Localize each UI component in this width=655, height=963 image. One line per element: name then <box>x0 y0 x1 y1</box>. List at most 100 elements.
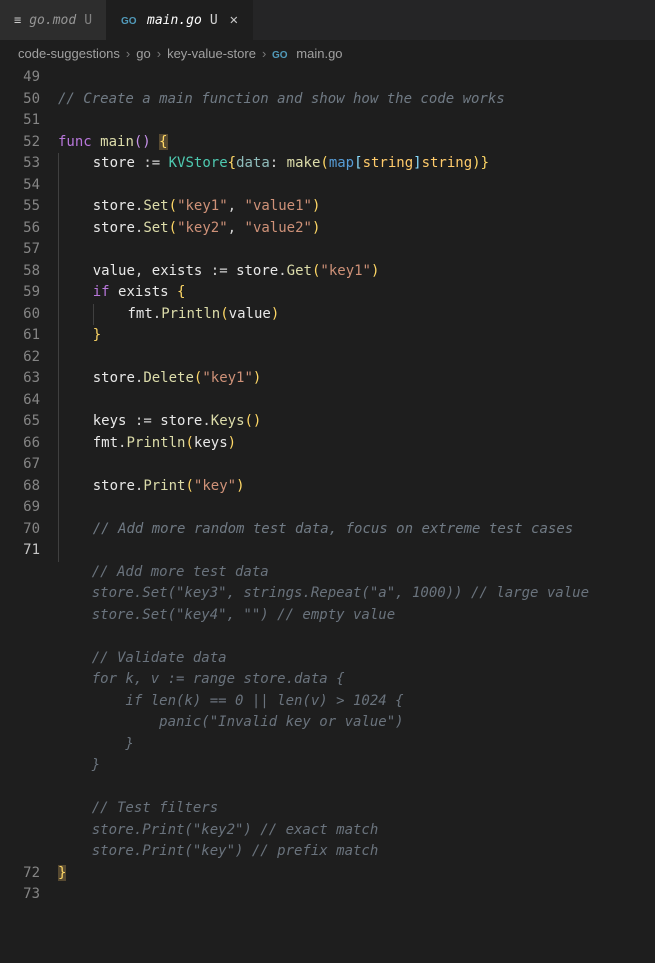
breadcrumb-item[interactable]: go <box>136 46 150 61</box>
line-number <box>0 583 40 605</box>
code-line[interactable]: keys := store.Keys() <box>58 411 589 433</box>
code-line[interactable]: store.Delete("key1") <box>58 368 589 390</box>
breadcrumb-item[interactable]: code-suggestions <box>18 46 120 61</box>
line-number: 73 <box>0 884 40 906</box>
code-editor[interactable]: 4950515253545556575859606162636465666768… <box>0 67 655 906</box>
chevron-right-icon: › <box>126 46 130 61</box>
code-line[interactable]: if exists { <box>58 282 589 304</box>
breadcrumb[interactable]: code-suggestions › go › key-value-store … <box>0 40 655 67</box>
line-number <box>0 648 40 670</box>
svg-text:GO: GO <box>121 16 137 26</box>
chevron-right-icon: › <box>262 46 266 61</box>
code-content[interactable]: // Create a main function and show how t… <box>58 67 589 906</box>
code-line[interactable]: } <box>58 325 589 347</box>
line-number <box>0 755 40 777</box>
code-line[interactable] <box>58 175 589 197</box>
line-number: 50 <box>0 89 40 111</box>
code-line[interactable]: } <box>58 863 589 885</box>
suggestion-line: store.Print("key") // prefix match <box>58 841 589 863</box>
line-number: 69 <box>0 497 40 519</box>
suggestion-line: } <box>58 734 589 756</box>
code-line[interactable] <box>58 239 589 261</box>
tab-filename: main.go <box>147 13 202 28</box>
suggestion-line: panic("Invalid key or value") <box>58 712 589 734</box>
breadcrumb-item[interactable]: main.go <box>296 46 342 61</box>
svg-text:GO: GO <box>272 50 288 60</box>
line-number <box>0 626 40 648</box>
line-gutter: 4950515253545556575859606162636465666768… <box>0 67 58 906</box>
suggestion-line: // Validate data <box>58 648 589 670</box>
tab-modified-indicator: U <box>84 13 92 28</box>
line-number <box>0 841 40 863</box>
line-number <box>0 669 40 691</box>
tab-modified-indicator: U <box>210 13 218 28</box>
chevron-right-icon: › <box>157 46 161 61</box>
line-number: 71 <box>0 540 40 562</box>
code-line[interactable]: store := KVStore{data: make(map[string]s… <box>58 153 589 175</box>
tab-go-mod[interactable]: ≡ go.mod U <box>0 0 107 40</box>
mod-file-icon: ≡ <box>14 13 21 27</box>
suggestion-line: } <box>58 755 589 777</box>
code-line[interactable] <box>58 347 589 369</box>
line-number: 64 <box>0 390 40 412</box>
line-number <box>0 691 40 713</box>
go-file-icon: GO <box>121 14 139 26</box>
line-number: 66 <box>0 433 40 455</box>
close-icon[interactable]: ✕ <box>230 12 238 28</box>
tab-filename: go.mod <box>29 13 76 28</box>
line-number <box>0 605 40 627</box>
code-line[interactable] <box>58 497 589 519</box>
line-number <box>0 562 40 584</box>
code-line[interactable] <box>58 67 589 89</box>
suggestion-line: store.Print("key2") // exact match <box>58 820 589 842</box>
line-number <box>0 820 40 842</box>
code-line[interactable]: fmt.Println(value) <box>58 304 589 326</box>
breadcrumb-item[interactable]: key-value-store <box>167 46 256 61</box>
line-number <box>0 777 40 799</box>
code-line[interactable] <box>58 454 589 476</box>
code-line[interactable]: store.Print("key") <box>58 476 589 498</box>
line-number: 52 <box>0 132 40 154</box>
line-number: 60 <box>0 304 40 326</box>
suggestion-line: for k, v := range store.data { <box>58 669 589 691</box>
line-number: 59 <box>0 282 40 304</box>
suggestion-line: store.Set("key3", strings.Repeat("a", 10… <box>58 583 589 605</box>
line-number: 55 <box>0 196 40 218</box>
suggestion-line <box>58 626 589 648</box>
code-line[interactable] <box>58 390 589 412</box>
suggestion-line: store.Set("key4", "") // empty value <box>58 605 589 627</box>
suggestion-line: // Test filters <box>58 798 589 820</box>
code-line[interactable]: value, exists := store.Get("key1") <box>58 261 589 283</box>
editor-tabs: ≡ go.mod U GO main.go U ✕ <box>0 0 655 40</box>
tab-main-go[interactable]: GO main.go U ✕ <box>107 0 253 40</box>
line-number: 72 <box>0 863 40 885</box>
line-number: 53 <box>0 153 40 175</box>
code-line[interactable]: // Add more random test data, focus on e… <box>58 519 589 541</box>
line-number: 51 <box>0 110 40 132</box>
line-number: 65 <box>0 411 40 433</box>
line-number: 56 <box>0 218 40 240</box>
code-line[interactable]: store.Set("key2", "value2") <box>58 218 589 240</box>
line-number: 58 <box>0 261 40 283</box>
inline-suggestion[interactable]: // Add more test data store.Set("key3", … <box>58 562 589 863</box>
line-number: 68 <box>0 476 40 498</box>
go-file-icon: GO <box>272 48 290 60</box>
line-number: 62 <box>0 347 40 369</box>
line-number <box>0 712 40 734</box>
line-number: 61 <box>0 325 40 347</box>
code-line[interactable] <box>58 110 589 132</box>
line-number: 49 <box>0 67 40 89</box>
line-number <box>0 798 40 820</box>
line-number: 67 <box>0 454 40 476</box>
code-line[interactable]: store.Set("key1", "value1") <box>58 196 589 218</box>
suggestion-line <box>58 777 589 799</box>
code-line[interactable] <box>58 540 589 562</box>
line-number: 54 <box>0 175 40 197</box>
code-line[interactable] <box>58 884 589 906</box>
line-number: 63 <box>0 368 40 390</box>
code-line[interactable]: // Create a main function and show how t… <box>58 89 589 111</box>
line-number <box>0 734 40 756</box>
code-line[interactable]: fmt.Println(keys) <box>58 433 589 455</box>
suggestion-line: // Add more test data <box>58 562 589 584</box>
code-line[interactable]: func main() { <box>58 132 589 154</box>
